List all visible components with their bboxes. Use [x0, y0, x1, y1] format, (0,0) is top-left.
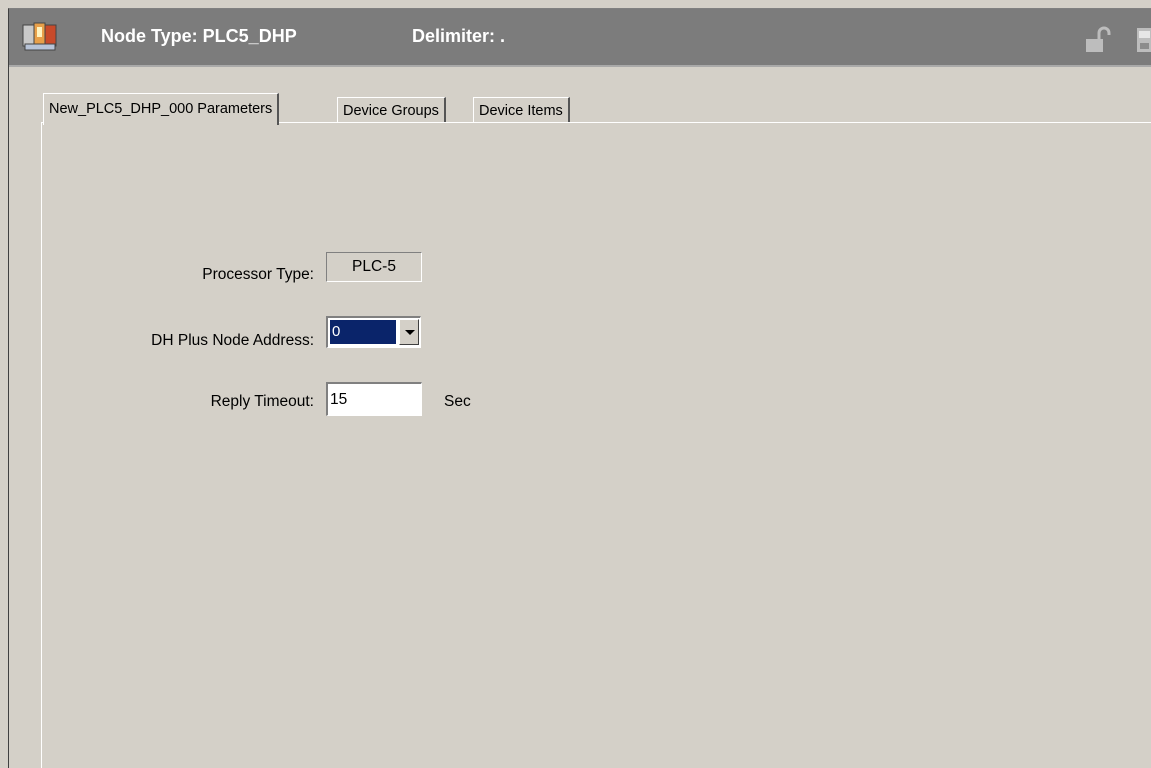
- lock-icon[interactable]: [1085, 26, 1111, 54]
- delimiter-title: Delimiter: .: [412, 26, 506, 46]
- node-type-title: Node Type: PLC5_DHP: [101, 26, 297, 46]
- header-bar: Node Type: PLC5_DHP Delimiter: .: [9, 9, 1151, 67]
- save-icon[interactable]: [1137, 28, 1151, 52]
- parameters-panel: Processor Type: PLC-5 DH Plus Node Addre…: [41, 122, 1151, 768]
- dh-plus-node-address-label: DH Plus Node Address:: [151, 332, 314, 349]
- dh-plus-node-address-dropdown[interactable]: 0: [326, 316, 421, 348]
- reply-timeout-label: Reply Timeout:: [210, 393, 314, 410]
- tab-parameters[interactable]: New_PLC5_DHP_000 Parameters: [43, 93, 280, 125]
- tab-device-groups[interactable]: Device Groups: [337, 97, 446, 123]
- chevron-down-icon[interactable]: [399, 319, 419, 345]
- processor-type-value: PLC-5: [326, 252, 422, 282]
- app-icon: [22, 22, 57, 51]
- reply-timeout-input[interactable]: [326, 382, 422, 416]
- editor-frame: Node Type: PLC5_DHP Delimiter: . New_PLC…: [8, 8, 1151, 768]
- processor-type-label: Processor Type:: [202, 266, 314, 283]
- reply-timeout-unit: Sec: [444, 393, 471, 410]
- tab-strip: New_PLC5_DHP_000 Parameters Device Group…: [41, 93, 1151, 125]
- tab-device-items[interactable]: Device Items: [473, 97, 570, 123]
- dh-plus-node-address-value[interactable]: 0: [330, 320, 396, 344]
